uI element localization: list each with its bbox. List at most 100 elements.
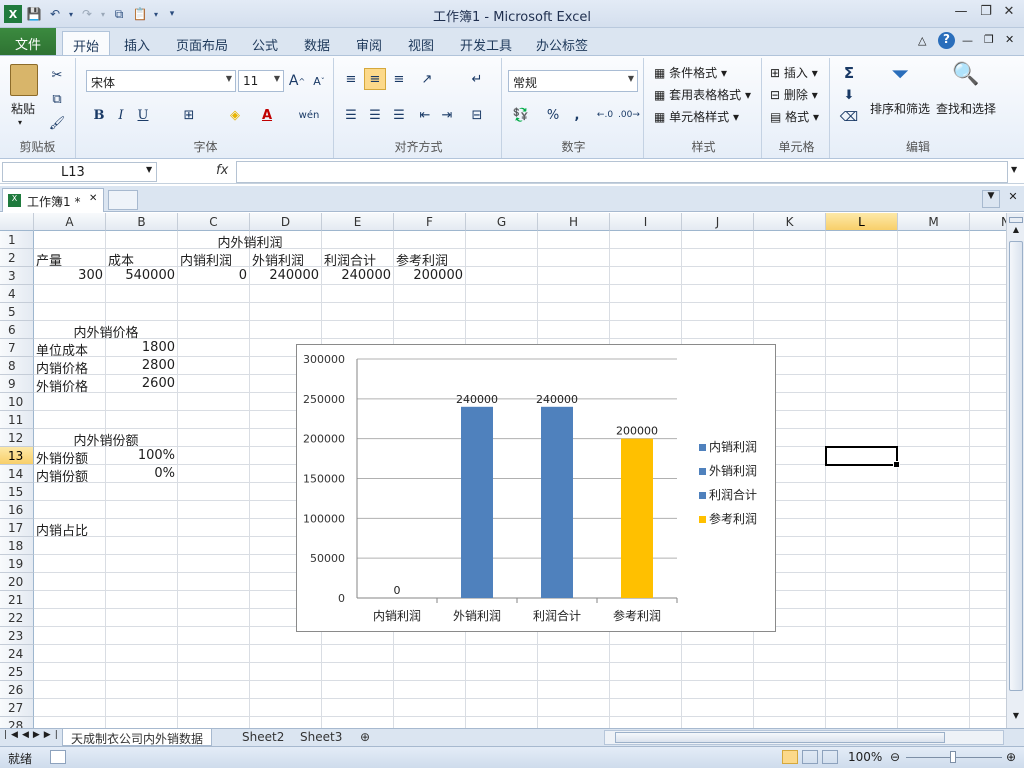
cell-d3[interactable]: 240000	[250, 267, 322, 285]
split-box[interactable]	[1009, 217, 1023, 223]
clear-icon[interactable]: ⌫	[838, 106, 860, 128]
column-header-g[interactable]: G	[466, 213, 538, 231]
cell-d2[interactable]: 外销利润	[252, 249, 304, 269]
cell-a8[interactable]: 内销价格	[36, 357, 88, 377]
row-header-26[interactable]: 26	[0, 681, 34, 699]
column-header-n[interactable]: N	[970, 213, 1006, 231]
chart-area[interactable]: 0 50000 100000 150000 200000 250000 300000 0 内销利…	[296, 344, 776, 632]
column-header-j[interactable]: J	[682, 213, 754, 231]
page-layout-view-icon[interactable]	[802, 750, 818, 764]
find-select-icon[interactable]: 🔍	[950, 62, 982, 94]
row-header-10[interactable]: 10	[0, 393, 34, 411]
close-tab-icon[interactable]: ✕	[89, 193, 97, 204]
cell-a9[interactable]: 外销价格	[36, 375, 88, 395]
cell-a17[interactable]: 内销占比	[36, 519, 88, 539]
merge-center-icon[interactable]: ⊟	[466, 104, 488, 126]
zoom-out-icon[interactable]: ⊖	[890, 750, 900, 764]
cell-e2[interactable]: 利润合计	[324, 249, 376, 269]
decrease-indent-icon[interactable]: ⇤	[414, 104, 436, 126]
cut-icon[interactable]: ✂	[46, 64, 68, 86]
currency-icon[interactable]: 💱	[510, 104, 532, 126]
wb-restore-icon[interactable]: ❐	[984, 33, 994, 46]
tab-home[interactable]: 开始	[62, 31, 111, 56]
fill-icon[interactable]: ⬇	[838, 84, 860, 106]
insert-sheet-icon[interactable]: ⊕	[352, 729, 378, 746]
percent-button[interactable]: %	[542, 104, 564, 126]
scroll-thumb[interactable]	[1009, 241, 1023, 691]
row-header-6[interactable]: 6	[0, 321, 34, 339]
find-select-button[interactable]: 查找和选择	[936, 100, 996, 117]
close-icon[interactable]: ✕	[998, 4, 1020, 22]
row-header-28[interactable]: 28	[0, 717, 34, 728]
sort-filter-button[interactable]: 排序和筛选	[870, 100, 930, 117]
cell-c1[interactable]: 内外销利润	[178, 231, 322, 251]
cell-b13[interactable]: 100%	[106, 447, 178, 465]
decrease-decimal-icon[interactable]: .00→	[618, 104, 640, 126]
wrap-text-icon[interactable]: ↵	[466, 68, 488, 90]
underline-button[interactable]: U	[132, 104, 154, 126]
cell-style-button[interactable]: ▦ 单元格样式 ▾	[654, 108, 739, 125]
format-painter-icon[interactable]: 🖌	[46, 112, 68, 134]
row-header-11[interactable]: 11	[0, 411, 34, 429]
wb-minimize-icon[interactable]: —	[962, 34, 973, 47]
borders-icon[interactable]: ⊞	[178, 104, 200, 126]
sort-filter-icon[interactable]: ⏷	[884, 62, 916, 94]
column-header-i[interactable]: I	[610, 213, 682, 231]
bar-chart[interactable]: 0 50000 100000 150000 200000 250000 300000 0 内销利…	[297, 345, 775, 631]
tab-insert[interactable]: 插入	[114, 31, 160, 56]
insert-button[interactable]: ⊞ 插入 ▾	[770, 64, 818, 81]
tab-view[interactable]: 视图	[398, 31, 444, 56]
row-header-2[interactable]: 2	[0, 249, 34, 267]
minimize-icon[interactable]: —	[950, 4, 972, 22]
fill-color-icon[interactable]: ◈	[224, 104, 246, 126]
cell-e3[interactable]: 240000	[322, 267, 394, 285]
cell-c2[interactable]: 内销利润	[180, 249, 232, 269]
align-left-icon[interactable]: ☰	[340, 104, 362, 126]
row-header-8[interactable]: 8	[0, 357, 34, 375]
copy-icon[interactable]: ⧉	[46, 88, 68, 110]
tab-review[interactable]: 审阅	[346, 31, 392, 56]
cell-f2[interactable]: 参考利润	[396, 249, 448, 269]
orientation-icon[interactable]: ↗	[416, 68, 438, 90]
formula-input[interactable]	[236, 161, 1008, 183]
align-middle-icon[interactable]: ≡	[364, 68, 386, 90]
row-header-5[interactable]: 5	[0, 303, 34, 321]
row-header-9[interactable]: 9	[0, 375, 34, 393]
sheet-nav-icons[interactable]: |◀◀▶▶|	[4, 730, 62, 740]
table-format-button[interactable]: ▦ 套用表格格式 ▾	[654, 86, 751, 103]
column-header-c[interactable]: C	[178, 213, 250, 231]
row-header-1[interactable]: 1	[0, 231, 34, 249]
cell-b8[interactable]: 2800	[106, 357, 178, 375]
row-header-15[interactable]: 15	[0, 483, 34, 501]
tab-file[interactable]: 文件	[0, 28, 56, 56]
tab-data[interactable]: 数据	[294, 31, 340, 56]
vertical-scrollbar[interactable]: ▲ ▼	[1006, 213, 1024, 728]
number-format-combo[interactable]: 常规 ▼	[508, 70, 638, 92]
column-header-k[interactable]: K	[754, 213, 826, 231]
help-icon[interactable]: ?	[938, 32, 955, 49]
cell-a14[interactable]: 内销份额	[36, 465, 88, 485]
cell-b9[interactable]: 2600	[106, 375, 178, 393]
close-workbook-icon[interactable]: ✕	[1004, 190, 1022, 208]
tab-page-layout[interactable]: 页面布局	[166, 31, 238, 56]
align-bottom-icon[interactable]: ≡	[388, 68, 410, 90]
sheet-tab-2[interactable]: Sheet2	[234, 729, 292, 746]
active-cell-l13[interactable]	[825, 446, 900, 468]
scroll-up-icon[interactable]: ▲	[1008, 225, 1024, 239]
row-header-14[interactable]: 14	[0, 465, 34, 483]
italic-button[interactable]: I	[110, 104, 132, 126]
zoom-level[interactable]: 100%	[848, 750, 882, 764]
tab-formulas[interactable]: 公式	[242, 31, 288, 56]
paste-dropdown-icon[interactable]: ▾	[18, 118, 22, 127]
row-header-13[interactable]: 13	[0, 447, 34, 465]
cell-a3[interactable]: 300	[34, 267, 106, 285]
page-break-view-icon[interactable]	[822, 750, 838, 764]
row-header-22[interactable]: 22	[0, 609, 34, 627]
format-button[interactable]: ▤ 格式 ▾	[770, 108, 819, 125]
row-header-12[interactable]: 12	[0, 429, 34, 447]
column-header-a[interactable]: A	[34, 213, 106, 231]
horizontal-scrollbar[interactable]	[604, 730, 1004, 745]
cell-b14[interactable]: 0%	[106, 465, 178, 483]
cell-a7[interactable]: 单位成本	[36, 339, 88, 359]
font-color-icon[interactable]: A	[256, 104, 278, 126]
